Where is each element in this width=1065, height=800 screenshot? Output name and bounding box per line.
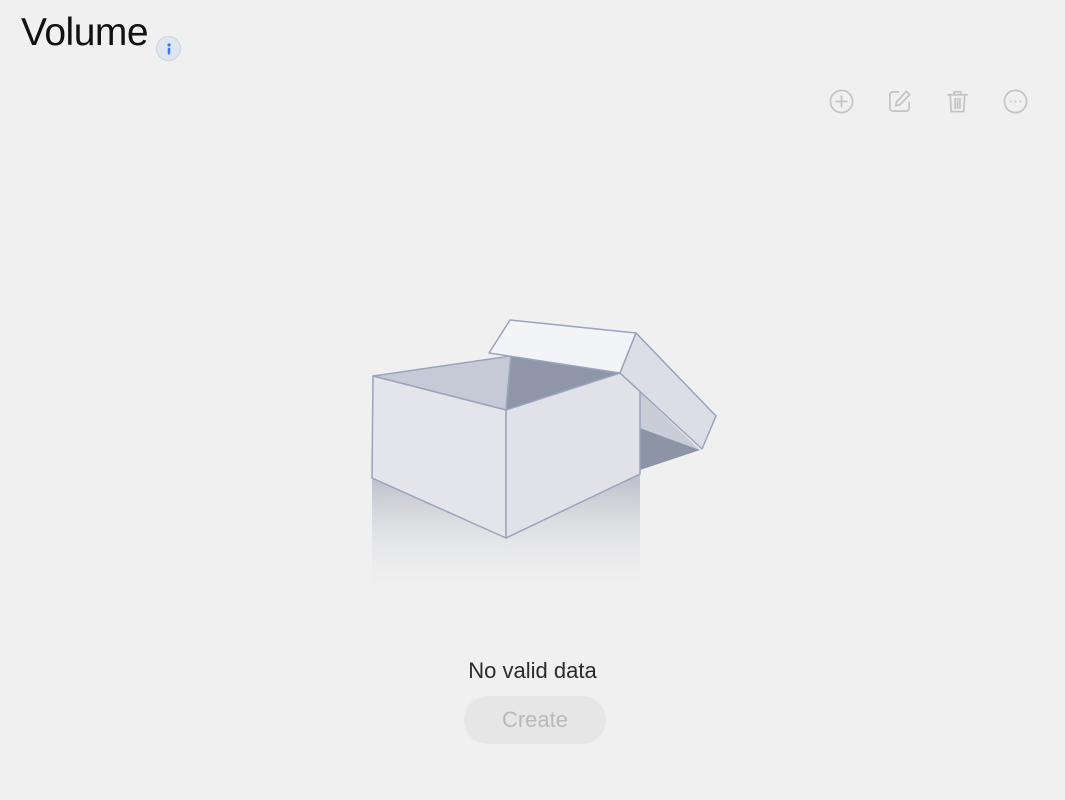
more-button[interactable] (1002, 88, 1029, 115)
plus-circle-icon (829, 89, 854, 114)
toolbar (828, 88, 1029, 115)
trash-icon (946, 90, 969, 113)
page-title: Volume (21, 11, 149, 54)
more-horizontal-icon (1003, 89, 1028, 114)
delete-button[interactable] (944, 88, 971, 115)
empty-state-message: No valid data (468, 658, 597, 683)
empty-box-illustration (371, 319, 717, 600)
info-button[interactable] (156, 36, 182, 61)
create-button[interactable]: Create (464, 696, 606, 744)
edit-icon (888, 90, 911, 113)
add-button[interactable] (828, 88, 855, 115)
page-header: Volume (21, 10, 182, 61)
edit-button[interactable] (886, 88, 913, 115)
info-icon (166, 42, 171, 55)
